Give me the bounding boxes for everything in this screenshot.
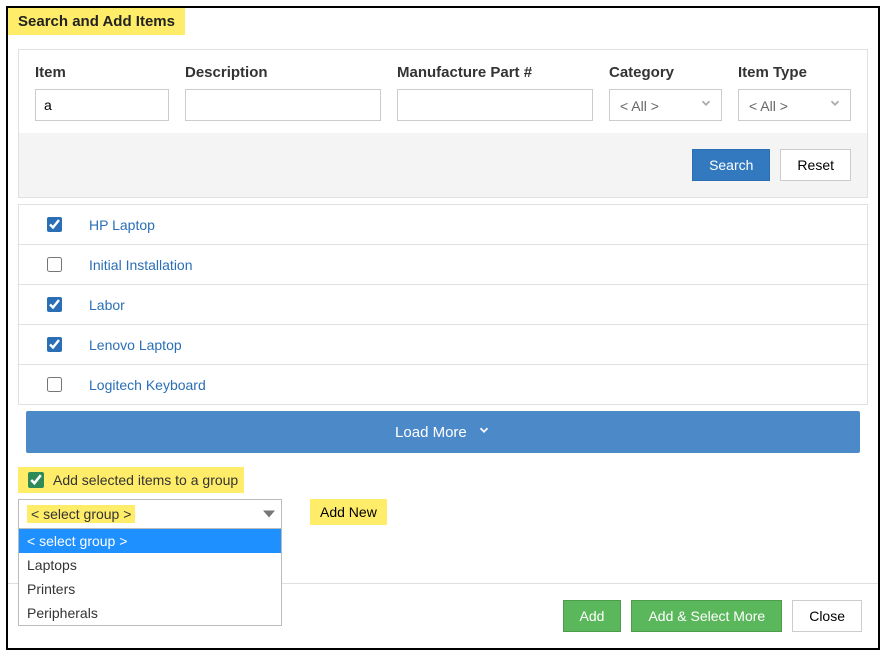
row-checkbox[interactable] <box>47 337 62 352</box>
filter-mpn: Manufacture Part # <box>397 64 593 121</box>
add-new-group-button[interactable]: Add New <box>310 499 387 525</box>
add-to-group-checkbox[interactable] <box>28 472 44 488</box>
chevron-down-icon <box>828 93 842 117</box>
load-more-label: Load More <box>395 424 467 441</box>
dropdown-option[interactable]: Laptops <box>19 553 281 577</box>
triangle-down-icon <box>263 511 275 518</box>
reset-button[interactable]: Reset <box>780 149 851 181</box>
table-row: HP Laptop <box>19 205 867 245</box>
row-checkbox[interactable] <box>47 377 62 392</box>
filter-mpn-label: Manufacture Part # <box>397 64 593 81</box>
filter-category-label: Category <box>609 64 722 81</box>
filter-description-input[interactable] <box>185 89 381 121</box>
result-item-link[interactable]: Logitech Keyboard <box>89 377 206 393</box>
filter-item-input[interactable] <box>35 89 169 121</box>
dropdown-option[interactable]: Peripherals <box>19 601 281 625</box>
group-dropdown[interactable]: < select group > < select group > Laptop… <box>18 499 282 529</box>
filter-itemtype-label: Item Type <box>738 64 851 81</box>
row-checkbox[interactable] <box>47 257 62 272</box>
dialog-title: Search and Add Items <box>8 8 185 35</box>
filter-category-value: < All > <box>620 98 659 114</box>
result-item-link[interactable]: HP Laptop <box>89 217 155 233</box>
result-item-link[interactable]: Labor <box>89 297 125 313</box>
result-item-link[interactable]: Lenovo Laptop <box>89 337 182 353</box>
results-list: HP Laptop Initial Installation Labor Len… <box>18 204 868 405</box>
chevron-down-icon <box>477 424 491 441</box>
filter-item: Item <box>35 64 169 121</box>
group-select-row: < select group > < select group > Laptop… <box>18 499 868 529</box>
table-row: Initial Installation <box>19 245 867 285</box>
row-checkbox[interactable] <box>47 217 62 232</box>
load-more-button[interactable]: Load More <box>26 411 860 453</box>
filter-mpn-input[interactable] <box>397 89 593 121</box>
add-select-more-button[interactable]: Add & Select More <box>631 600 782 632</box>
table-row: Lenovo Laptop <box>19 325 867 365</box>
table-row: Labor <box>19 285 867 325</box>
filter-itemtype-select[interactable]: < All > <box>738 89 851 121</box>
close-button[interactable]: Close <box>792 600 862 632</box>
filter-category: Category < All > <box>609 64 722 121</box>
filter-description: Description <box>185 64 381 121</box>
group-section: Add selected items to a group < select g… <box>18 467 868 529</box>
dialog-search-add-items: Search and Add Items Item Description Ma… <box>6 6 880 650</box>
filter-item-label: Item <box>35 64 169 81</box>
filter-fields: Item Description Manufacture Part # Cate… <box>19 50 867 133</box>
chevron-down-icon <box>699 93 713 117</box>
group-checkbox-row: Add selected items to a group <box>18 467 244 493</box>
filter-actions: Search Reset <box>19 133 867 197</box>
filter-description-label: Description <box>185 64 381 81</box>
group-dropdown-value: < select group > <box>27 505 135 523</box>
add-button[interactable]: Add <box>563 600 622 632</box>
dropdown-option[interactable]: < select group > <box>19 529 281 553</box>
add-to-group-label: Add selected items to a group <box>53 472 238 488</box>
search-button[interactable]: Search <box>692 149 770 181</box>
filter-category-select[interactable]: < All > <box>609 89 722 121</box>
row-checkbox[interactable] <box>47 297 62 312</box>
result-item-link[interactable]: Initial Installation <box>89 257 193 273</box>
filter-panel: Item Description Manufacture Part # Cate… <box>18 49 868 198</box>
group-dropdown-list: < select group > Laptops Printers Periph… <box>18 528 282 626</box>
group-dropdown-head[interactable]: < select group > <box>18 499 282 529</box>
filter-itemtype: Item Type < All > <box>738 64 851 121</box>
filter-itemtype-value: < All > <box>749 98 788 114</box>
table-row: Logitech Keyboard <box>19 365 867 405</box>
dropdown-option[interactable]: Printers <box>19 577 281 601</box>
